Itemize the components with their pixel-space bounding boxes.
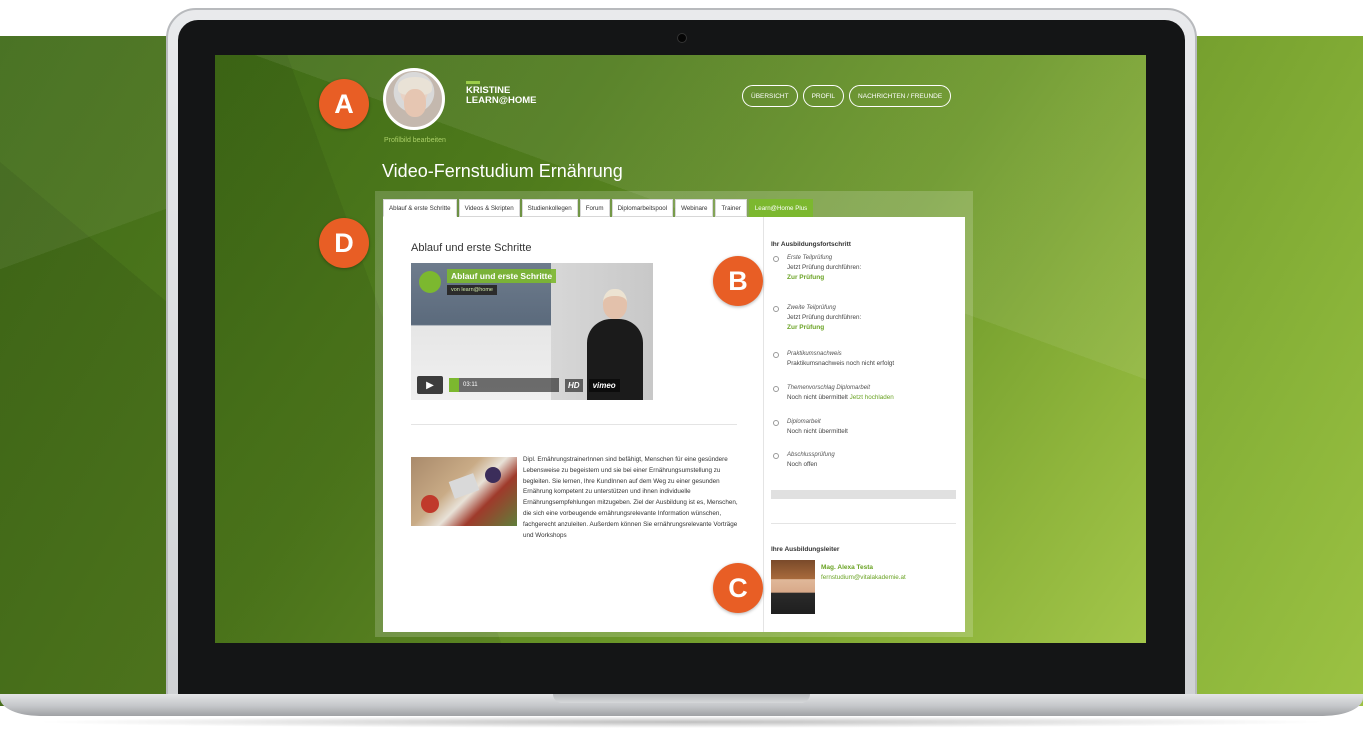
camera-icon: [677, 33, 687, 43]
nav-messages-button[interactable]: NACHRICHTEN / FREUNDE: [849, 85, 952, 107]
tab-bar: Ablauf & erste Schritte Videos & Skripte…: [383, 199, 814, 217]
trainer-photo: [771, 560, 815, 614]
tab-studienkollegen[interactable]: Studienkollegen: [521, 199, 578, 217]
section-heading: Ablauf und erste Schritte: [411, 242, 532, 254]
step-status-icon: [773, 256, 779, 262]
tab-learnhome-plus[interactable]: Learn@Home Plus: [748, 199, 814, 217]
description-body: Dipl. ErnährungstrainerInnen sind befähi…: [523, 456, 738, 539]
step-status: Jetzt Prüfung durchführen:: [787, 314, 862, 321]
page-title: Video-Fernstudium Ernährung: [382, 161, 623, 181]
step-title: Abschlussprüfung: [787, 452, 835, 458]
brand-logo[interactable]: KRISTINE LEARN@HOME: [466, 81, 537, 106]
step-status: Noch offen: [787, 461, 818, 468]
step-status-text: Noch nicht übermittelt: [787, 394, 848, 401]
video-progress[interactable]: 03:11: [449, 378, 559, 392]
marker-b: B: [713, 256, 763, 306]
video-logo-icon: [419, 271, 441, 293]
step-status-icon: [773, 420, 779, 426]
tab-forum[interactable]: Forum: [579, 199, 610, 217]
step-status: Noch nicht übermittelt Jetzt hochladen: [787, 394, 894, 401]
step-status-icon: [773, 386, 779, 392]
laptop-shadow: [30, 716, 1333, 728]
nav-profile-button[interactable]: PROFIL: [802, 85, 845, 107]
avatar-face: [404, 89, 426, 117]
play-icon[interactable]: ▶: [417, 376, 443, 394]
step-status-icon: [773, 352, 779, 358]
video-time: 03:11: [463, 382, 478, 388]
marker-a: A: [319, 79, 369, 129]
video-subtitle: von learn@home: [447, 285, 497, 295]
step-status: Noch nicht übermittelt: [787, 428, 848, 435]
description-text: Dipl. ErnährungstrainerInnen sind befähi…: [411, 455, 741, 541]
step-status-icon: [773, 306, 779, 312]
tab-videos[interactable]: Videos & Skripten: [458, 199, 520, 217]
nav-overview-button[interactable]: ÜBERSICHT: [742, 85, 798, 107]
video-title: Ablauf und erste Schritte: [447, 269, 557, 283]
video-player[interactable]: Ablauf und erste Schritte von learn@home…: [411, 263, 653, 400]
step-title: Diplomarbeit: [787, 419, 821, 425]
trainer-heading: Ihre Ausbildungsleiter: [771, 546, 840, 553]
edit-profile-link[interactable]: Profilbild bearbeiten: [384, 137, 446, 144]
brand-tag: [466, 81, 480, 84]
vimeo-logo[interactable]: vimeo: [588, 378, 620, 392]
hd-button[interactable]: HD: [565, 378, 583, 392]
video-controls: ▶ 03:11 HD vimeo: [417, 376, 647, 394]
marker-c: C: [713, 563, 763, 613]
step-status: Praktikumsnachweis noch nicht erfolgt: [787, 360, 895, 367]
exam-link[interactable]: Zur Prüfung: [787, 324, 824, 331]
step-title: Praktikumsnachweis: [787, 351, 842, 357]
tab-webinare[interactable]: Webinare: [675, 199, 714, 217]
step-title: Erste Teilprüfung: [787, 255, 833, 261]
laptop-notch: [553, 694, 810, 703]
avatar[interactable]: [383, 68, 445, 130]
trainer-email-link[interactable]: fernstudium@vitalakademie.at: [821, 574, 906, 581]
marker-d: D: [319, 218, 369, 268]
brand-sub: LEARN@HOME: [466, 95, 537, 106]
trainer-name: Mag. Alexa Testa: [821, 564, 874, 571]
step-title: Themenvorschlag Diplomarbeit: [787, 385, 871, 391]
sidebar-divider: [771, 523, 956, 524]
tab-trainer[interactable]: Trainer: [715, 199, 747, 217]
content-divider: [763, 217, 764, 632]
step-title: Zweite Teilprüfung: [787, 305, 836, 311]
presenter-head: [603, 289, 627, 319]
step-status: Jetzt Prüfung durchführen:: [787, 264, 862, 271]
video-progress-fill: [449, 378, 459, 392]
exam-link[interactable]: Zur Prüfung: [787, 274, 824, 281]
divider: [411, 424, 737, 425]
upload-link[interactable]: Jetzt hochladen: [850, 394, 894, 401]
training-progress-bar: [771, 490, 956, 499]
laptop-screen: Profilbild bearbeiten KRISTINE LEARN@HOM…: [215, 55, 1146, 643]
tab-ablauf[interactable]: Ablauf & erste Schritte: [383, 199, 457, 217]
step-status-icon: [773, 453, 779, 459]
tab-diplomarbeitspool[interactable]: Diplomarbeitspool: [611, 199, 674, 217]
progress-heading: Ihr Ausbildungsfortschritt: [771, 241, 851, 248]
top-navigation: ÜBERSICHT PROFIL NACHRICHTEN / FREUNDE: [742, 85, 952, 107]
